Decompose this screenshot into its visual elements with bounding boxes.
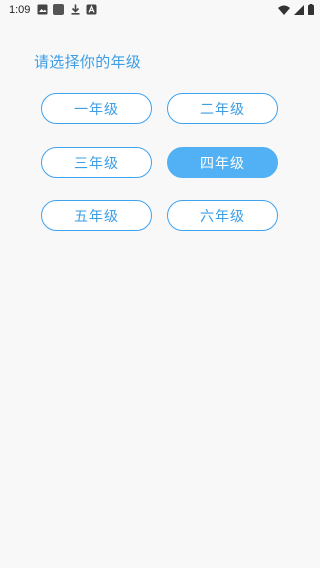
download-icon	[71, 4, 80, 15]
grade-prompt: 请选择你的年级	[34, 53, 142, 71]
app-notification-icon	[53, 4, 64, 15]
battery-icon	[308, 4, 314, 15]
grade-4-button[interactable]: 四年级	[167, 147, 278, 178]
accessibility-notification-icon	[86, 4, 97, 15]
system-icons	[278, 4, 314, 15]
grade-2-button[interactable]: 二年级	[167, 93, 278, 124]
signal-icon	[294, 4, 304, 15]
grade-3-button[interactable]: 三年级	[41, 147, 152, 178]
grade-6-button[interactable]: 六年级	[167, 200, 278, 231]
grade-5-button[interactable]: 五年级	[41, 200, 152, 231]
image-notification-icon	[37, 4, 48, 15]
wifi-icon	[278, 5, 290, 15]
status-time: 1:09	[9, 4, 31, 16]
status-bar: 1:09	[0, 0, 320, 20]
grade-1-button[interactable]: 一年级	[41, 93, 152, 124]
